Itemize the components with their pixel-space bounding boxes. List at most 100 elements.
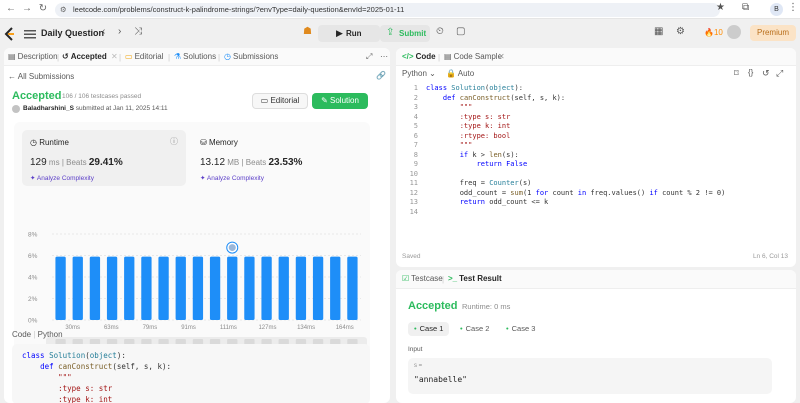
code-area[interactable]: class Solution(object): def canConstruct… [426, 84, 725, 208]
left-tab-bar: ▤ Description | ↺ Accepted ✕ | ▭ Editorial … [4, 48, 390, 66]
notes-icon[interactable]: ▢ [456, 26, 465, 37]
problem-list-title[interactable]: Daily Question [41, 28, 104, 38]
chart-bar [278, 256, 289, 320]
chart-bar [124, 256, 135, 320]
runtime-card[interactable]: ◷ Runtime ⓘ 129 ms | Beats 29.41% ✦ Anal… [22, 130, 186, 186]
auto-mode[interactable]: 🔒 Auto [446, 69, 474, 78]
cursor-position: Ln 6, Col 13 [752, 253, 788, 260]
chart-bar [141, 256, 152, 320]
format-icon[interactable]: {} [748, 68, 753, 77]
username[interactable]: Baladharshini_S [23, 105, 74, 112]
submitted-by: Baladharshini_S submitted at Jan 11, 202… [23, 105, 168, 112]
tab-editorial[interactable]: ▭ Editorial [125, 52, 163, 61]
line-number: 9 [413, 160, 418, 168]
line-number: 8 [413, 150, 418, 159]
play-icon: ▶ [336, 28, 343, 38]
tab-code[interactable]: </> Code [402, 52, 436, 61]
leetcode-logo[interactable] [4, 27, 16, 41]
run-button[interactable]: ▶ Run [318, 25, 380, 42]
fullscreen-icon[interactable]: ⤢ [776, 68, 783, 79]
bookmark-icon[interactable]: ⌑ [734, 68, 739, 79]
profile-avatar[interactable]: B [770, 3, 783, 16]
line-number: 7 [413, 141, 418, 149]
runtime-value: 129 ms | Beats 29.41% [30, 157, 123, 168]
x-tick-label: 63ms [104, 325, 119, 331]
user-avatar-small [12, 105, 20, 113]
shuffle-icon[interactable]: ⤨ [134, 26, 142, 37]
run-label: Run [346, 29, 362, 38]
test-panel: ☑ Testcase | >_ Test Result Accepted Runti… [396, 270, 796, 403]
code-language: Python [37, 330, 63, 339]
tab-solutions[interactable]: ⚗ Solutions [174, 52, 216, 61]
user-avatar[interactable] [727, 25, 741, 39]
reload-icon[interactable]: ↻ [36, 3, 50, 14]
premium-button[interactable]: Premium [750, 25, 796, 41]
case-2-tab[interactable]: • Case 2 [454, 322, 495, 336]
submitted-code[interactable]: class Solution(object): def canConstruct… [12, 344, 370, 403]
chart-bar [209, 256, 221, 320]
bookmark-star-icon[interactable]: ★ [716, 2, 725, 13]
runtime-distribution-chart[interactable]: 8% 6% 4% 2% 0% 30ms 63ms 79ms 91ms 111ms 127ms 134m… [16, 188, 368, 356]
solution-button[interactable]: ✎ Solution [312, 93, 368, 109]
submission-status: Accepted [12, 90, 62, 102]
expand-icon[interactable]: ⤢ [366, 52, 372, 62]
submit-button[interactable]: ⇪ Submit [380, 25, 430, 42]
info-icon[interactable]: ⓘ [170, 136, 178, 147]
debug-icon[interactable]: ☗ [303, 26, 312, 37]
chart-bar [244, 256, 255, 320]
chart-bar [89, 256, 101, 320]
prev-problem-icon[interactable]: ‹ [102, 26, 105, 37]
case-3-tab[interactable]: • Case 3 [500, 322, 541, 336]
problem-list-icon[interactable] [24, 29, 36, 39]
description-icon: ▤ [8, 52, 16, 61]
line-number: 13 [409, 198, 418, 206]
chart-bar [55, 256, 66, 320]
close-tab-icon[interactable]: ✕ [111, 52, 118, 61]
back-icon[interactable]: ← [4, 3, 18, 14]
layout-grid-icon[interactable]: ▦ [654, 26, 663, 37]
analyze-complexity-link[interactable]: ✦ Analyze Complexity [30, 174, 94, 182]
language-select[interactable]: Python ⌄ [402, 69, 436, 78]
streak-count: 10 [713, 28, 723, 37]
next-problem-icon[interactable]: › [118, 26, 121, 37]
performance-stats: ◷ Runtime ⓘ 129 ms | Beats 29.41% ✦ Anal… [14, 122, 370, 356]
tab-code-sample[interactable]: ▤ Code Sample [444, 52, 502, 61]
link-icon[interactable]: 🔗 [376, 71, 386, 80]
address-bar[interactable]: ⚙ leetcode.com/problems/construct-k-pali… [55, 3, 720, 17]
tab-testcase[interactable]: ☑ Testcase [402, 274, 443, 283]
y-tick-label: 8% [28, 232, 38, 239]
editor-toolbar: Python ⌄ 🔒 Auto ⌑ {} ↺ ⤢ [396, 67, 796, 81]
memory-card[interactable]: ⛁ Memory 13.12 MB | Beats 23.53% ✦ Analy… [192, 130, 352, 186]
more-icon[interactable]: ⋯ [380, 52, 388, 61]
line-number: 14 [409, 207, 418, 216]
timer-icon[interactable]: ⏲ [436, 26, 444, 37]
input-box: s = "annabelle" [408, 358, 772, 394]
tab-test-result[interactable]: >_ Test Result [448, 274, 502, 283]
close-tab-icon[interactable]: ✕ [498, 52, 505, 61]
tab-description[interactable]: ▤ Description [8, 52, 58, 61]
x-tick-label: 111ms [220, 325, 237, 331]
document-icon: ▤ [444, 52, 452, 61]
streak-counter[interactable]: 🔥10 [704, 28, 723, 37]
editorial-button[interactable]: ▭ Editorial [252, 93, 308, 109]
chart-bar [192, 256, 204, 320]
user-avatar-marker-inner [228, 244, 236, 252]
case-1-tab[interactable]: • Case 1 [408, 322, 450, 336]
line-number: 2 [413, 93, 418, 102]
forward-icon[interactable]: → [20, 3, 34, 14]
url-text: leetcode.com/problems/construct-k-palind… [73, 5, 405, 14]
y-tick-label: 6% [28, 253, 38, 260]
all-submissions-link[interactable]: ← All Submissions [8, 72, 74, 81]
analyze-complexity-link[interactable]: ✦ Analyze Complexity [200, 174, 264, 182]
testcases-passed: 106 / 106 testcases passed [62, 93, 142, 100]
settings-gear-icon[interactable]: ⚙ [676, 26, 685, 37]
site-info-icon[interactable]: ⚙ [60, 3, 67, 17]
chart-bar [158, 256, 169, 320]
more-menu-icon[interactable]: ⋮ [788, 2, 798, 13]
reset-icon[interactable]: ↺ [762, 68, 770, 79]
tab-accepted[interactable]: ↺ Accepted [62, 52, 107, 61]
tab-submissions[interactable]: ◷ Submissions [224, 52, 278, 61]
x-tick-label: 79ms [143, 325, 158, 331]
extensions-icon[interactable]: ⧉ [742, 2, 749, 13]
flask-icon: ⚗ [174, 52, 182, 61]
